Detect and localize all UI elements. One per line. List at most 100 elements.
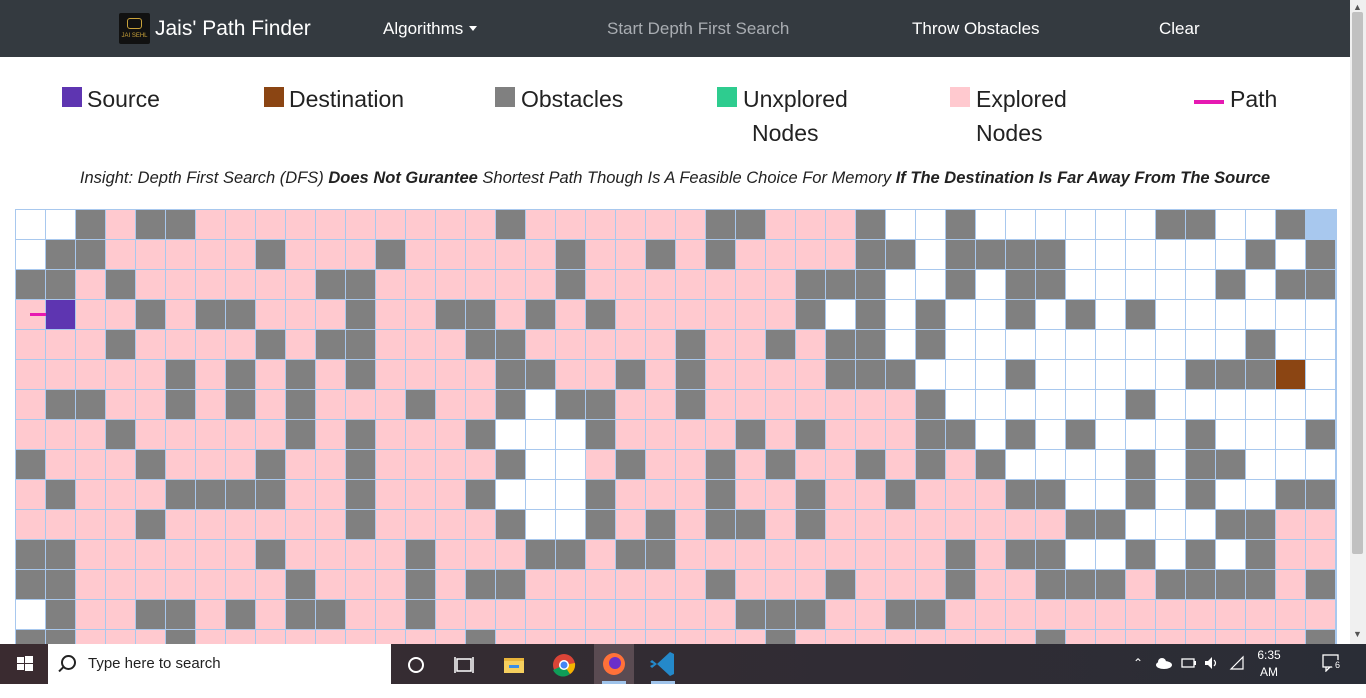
explored-cell[interactable] xyxy=(256,300,285,329)
unexplored-cell[interactable] xyxy=(1126,420,1155,449)
explored-cell[interactable] xyxy=(106,600,135,629)
vscode-icon[interactable] xyxy=(643,644,683,684)
explored-cell[interactable] xyxy=(586,210,615,239)
explored-cell[interactable] xyxy=(166,510,195,539)
explored-cell[interactable] xyxy=(166,270,195,299)
explored-cell[interactable] xyxy=(976,510,1005,539)
explored-cell[interactable] xyxy=(646,450,675,479)
explored-cell[interactable] xyxy=(136,240,165,269)
obstacle-cell[interactable] xyxy=(1066,510,1095,539)
explored-cell[interactable] xyxy=(886,540,915,569)
obstacle-cell[interactable] xyxy=(736,210,765,239)
explored-cell[interactable] xyxy=(736,360,765,389)
unexplored-cell[interactable] xyxy=(976,330,1005,359)
explored-cell[interactable] xyxy=(406,300,435,329)
explored-cell[interactable] xyxy=(346,600,375,629)
explored-cell[interactable] xyxy=(886,630,915,644)
unexplored-cell[interactable] xyxy=(1156,510,1185,539)
explored-cell[interactable] xyxy=(76,330,105,359)
explored-cell[interactable] xyxy=(46,360,75,389)
unexplored-cell[interactable] xyxy=(1096,540,1125,569)
explored-cell[interactable] xyxy=(1006,630,1035,644)
obstacle-cell[interactable] xyxy=(136,450,165,479)
explored-cell[interactable] xyxy=(196,420,225,449)
explored-cell[interactable] xyxy=(796,330,825,359)
explored-cell[interactable] xyxy=(196,390,225,419)
obstacle-cell[interactable] xyxy=(76,210,105,239)
explored-cell[interactable] xyxy=(136,630,165,644)
obstacle-cell[interactable] xyxy=(1216,360,1245,389)
unexplored-cell[interactable] xyxy=(976,360,1005,389)
obstacle-cell[interactable] xyxy=(166,210,195,239)
explored-cell[interactable] xyxy=(766,390,795,419)
explored-cell[interactable] xyxy=(1126,570,1155,599)
explored-cell[interactable] xyxy=(226,330,255,359)
explored-cell[interactable] xyxy=(556,330,585,359)
obstacle-cell[interactable] xyxy=(196,480,225,509)
explored-cell[interactable] xyxy=(406,330,435,359)
obstacle-cell[interactable] xyxy=(886,240,915,269)
obstacle-cell[interactable] xyxy=(946,240,975,269)
explored-cell[interactable] xyxy=(286,450,315,479)
explored-cell[interactable] xyxy=(376,420,405,449)
explored-cell[interactable] xyxy=(226,450,255,479)
obstacle-cell[interactable] xyxy=(1276,480,1305,509)
obstacle-cell[interactable] xyxy=(256,330,285,359)
explored-cell[interactable] xyxy=(106,450,135,479)
explored-cell[interactable] xyxy=(1216,630,1245,644)
explored-cell[interactable] xyxy=(106,570,135,599)
explored-cell[interactable] xyxy=(226,630,255,644)
explored-cell[interactable] xyxy=(676,420,705,449)
obstacle-cell[interactable] xyxy=(646,540,675,569)
explored-cell[interactable] xyxy=(646,630,675,644)
explored-cell[interactable] xyxy=(376,570,405,599)
obstacle-cell[interactable] xyxy=(1036,240,1065,269)
explored-cell[interactable] xyxy=(166,570,195,599)
unexplored-cell[interactable] xyxy=(1156,240,1185,269)
obstacle-cell[interactable] xyxy=(676,390,705,419)
unexplored-cell[interactable] xyxy=(1186,330,1215,359)
obstacle-cell[interactable] xyxy=(886,360,915,389)
unexplored-cell[interactable] xyxy=(1186,390,1215,419)
explored-cell[interactable] xyxy=(166,300,195,329)
explored-cell[interactable] xyxy=(166,450,195,479)
explored-cell[interactable] xyxy=(796,630,825,644)
obstacle-cell[interactable] xyxy=(946,420,975,449)
explored-cell[interactable] xyxy=(616,420,645,449)
explored-cell[interactable] xyxy=(16,420,45,449)
obstacle-cell[interactable] xyxy=(706,570,735,599)
obstacle-cell[interactable] xyxy=(1306,420,1335,449)
explored-cell[interactable] xyxy=(976,600,1005,629)
obstacle-cell[interactable] xyxy=(586,300,615,329)
explored-cell[interactable] xyxy=(16,480,45,509)
unexplored-cell[interactable] xyxy=(1306,360,1335,389)
explored-cell[interactable] xyxy=(886,510,915,539)
obstacle-cell[interactable] xyxy=(856,450,885,479)
unexplored-cell[interactable] xyxy=(1066,210,1095,239)
explored-cell[interactable] xyxy=(856,420,885,449)
obstacle-cell[interactable] xyxy=(256,540,285,569)
unexplored-cell[interactable] xyxy=(1276,450,1305,479)
cortana-icon[interactable] xyxy=(398,650,434,680)
explored-cell[interactable] xyxy=(106,210,135,239)
explored-cell[interactable] xyxy=(406,240,435,269)
explored-cell[interactable] xyxy=(196,210,225,239)
explored-cell[interactable] xyxy=(256,270,285,299)
explored-cell[interactable] xyxy=(466,210,495,239)
explored-cell[interactable] xyxy=(436,330,465,359)
obstacle-cell[interactable] xyxy=(16,540,45,569)
explored-cell[interactable] xyxy=(136,480,165,509)
unexplored-cell[interactable] xyxy=(1036,330,1065,359)
unexplored-cell[interactable] xyxy=(1156,300,1185,329)
obstacle-cell[interactable] xyxy=(1186,210,1215,239)
unexplored-cell[interactable] xyxy=(1216,210,1245,239)
explored-cell[interactable] xyxy=(1006,570,1035,599)
obstacle-cell[interactable] xyxy=(1246,570,1275,599)
explored-cell[interactable] xyxy=(1156,600,1185,629)
explored-cell[interactable] xyxy=(466,360,495,389)
explored-cell[interactable] xyxy=(946,510,975,539)
source-cell[interactable] xyxy=(46,300,75,329)
explored-cell[interactable] xyxy=(136,360,165,389)
obstacle-cell[interactable] xyxy=(856,240,885,269)
explored-cell[interactable] xyxy=(736,240,765,269)
